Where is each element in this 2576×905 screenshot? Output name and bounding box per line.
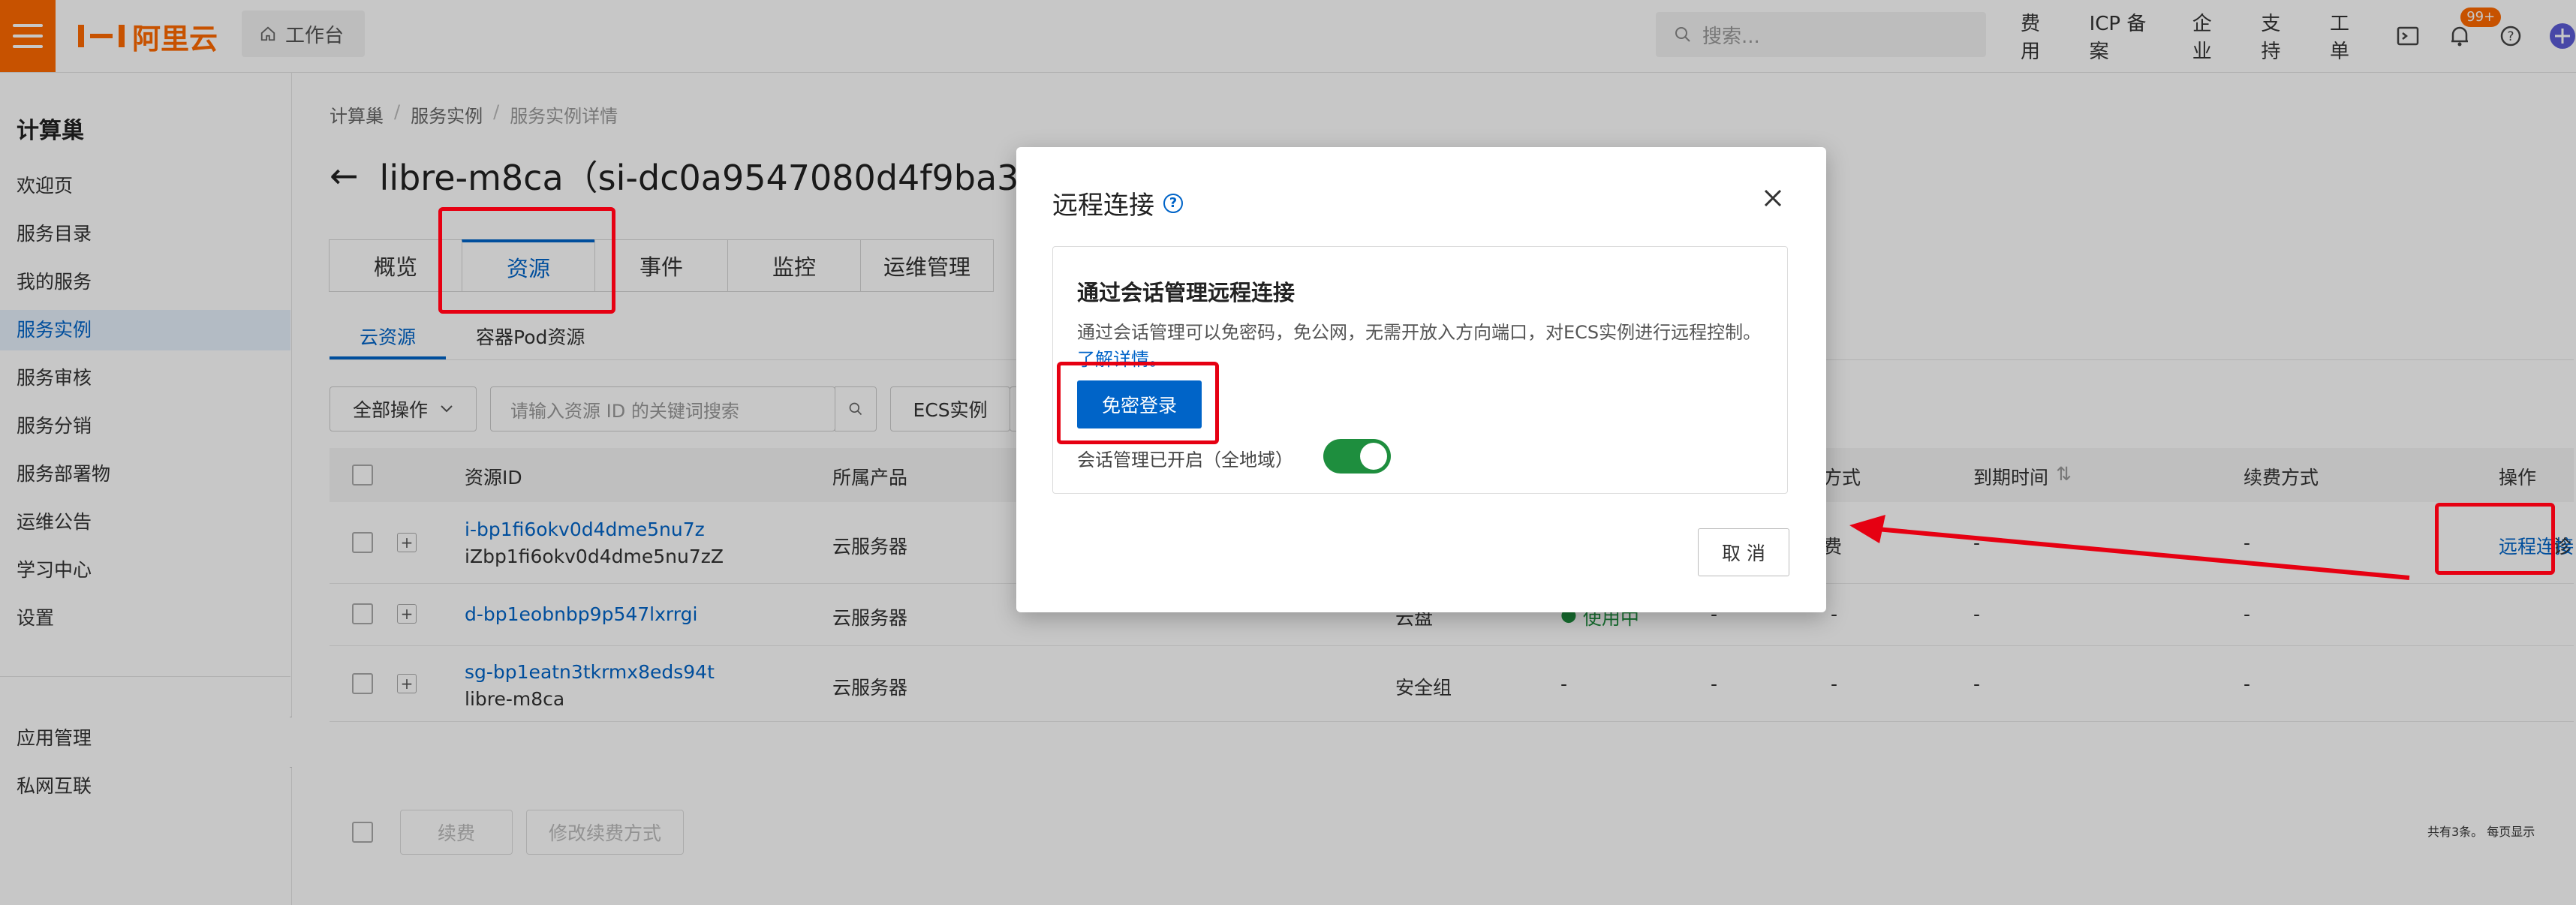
- dialog-title-text: 远程连接: [1052, 191, 1154, 221]
- session-manager-status: 会话管理已开启（全地域）: [1077, 449, 1293, 471]
- annotation-box-resources-tab: [438, 207, 615, 314]
- annotation-box-login-button: [1057, 362, 1219, 444]
- session-manager-toggle[interactable]: [1323, 439, 1391, 474]
- toggle-knob: [1360, 443, 1387, 470]
- dialog-title: 远程连接 ?: [1052, 185, 1183, 221]
- card-description-text: 通过会话管理可以免密码，免公网，无需开放入方向端口，对ECS实例进行远程控制。: [1077, 322, 1762, 343]
- close-icon[interactable]: [1759, 185, 1786, 212]
- cancel-button[interactable]: 取 消: [1698, 528, 1789, 576]
- annotation-box-remote-connect: [2435, 503, 2555, 575]
- annotation-arrow: [1849, 515, 2410, 580]
- help-icon[interactable]: ?: [1163, 193, 1183, 213]
- card-title: 通过会话管理远程连接: [1077, 280, 1296, 305]
